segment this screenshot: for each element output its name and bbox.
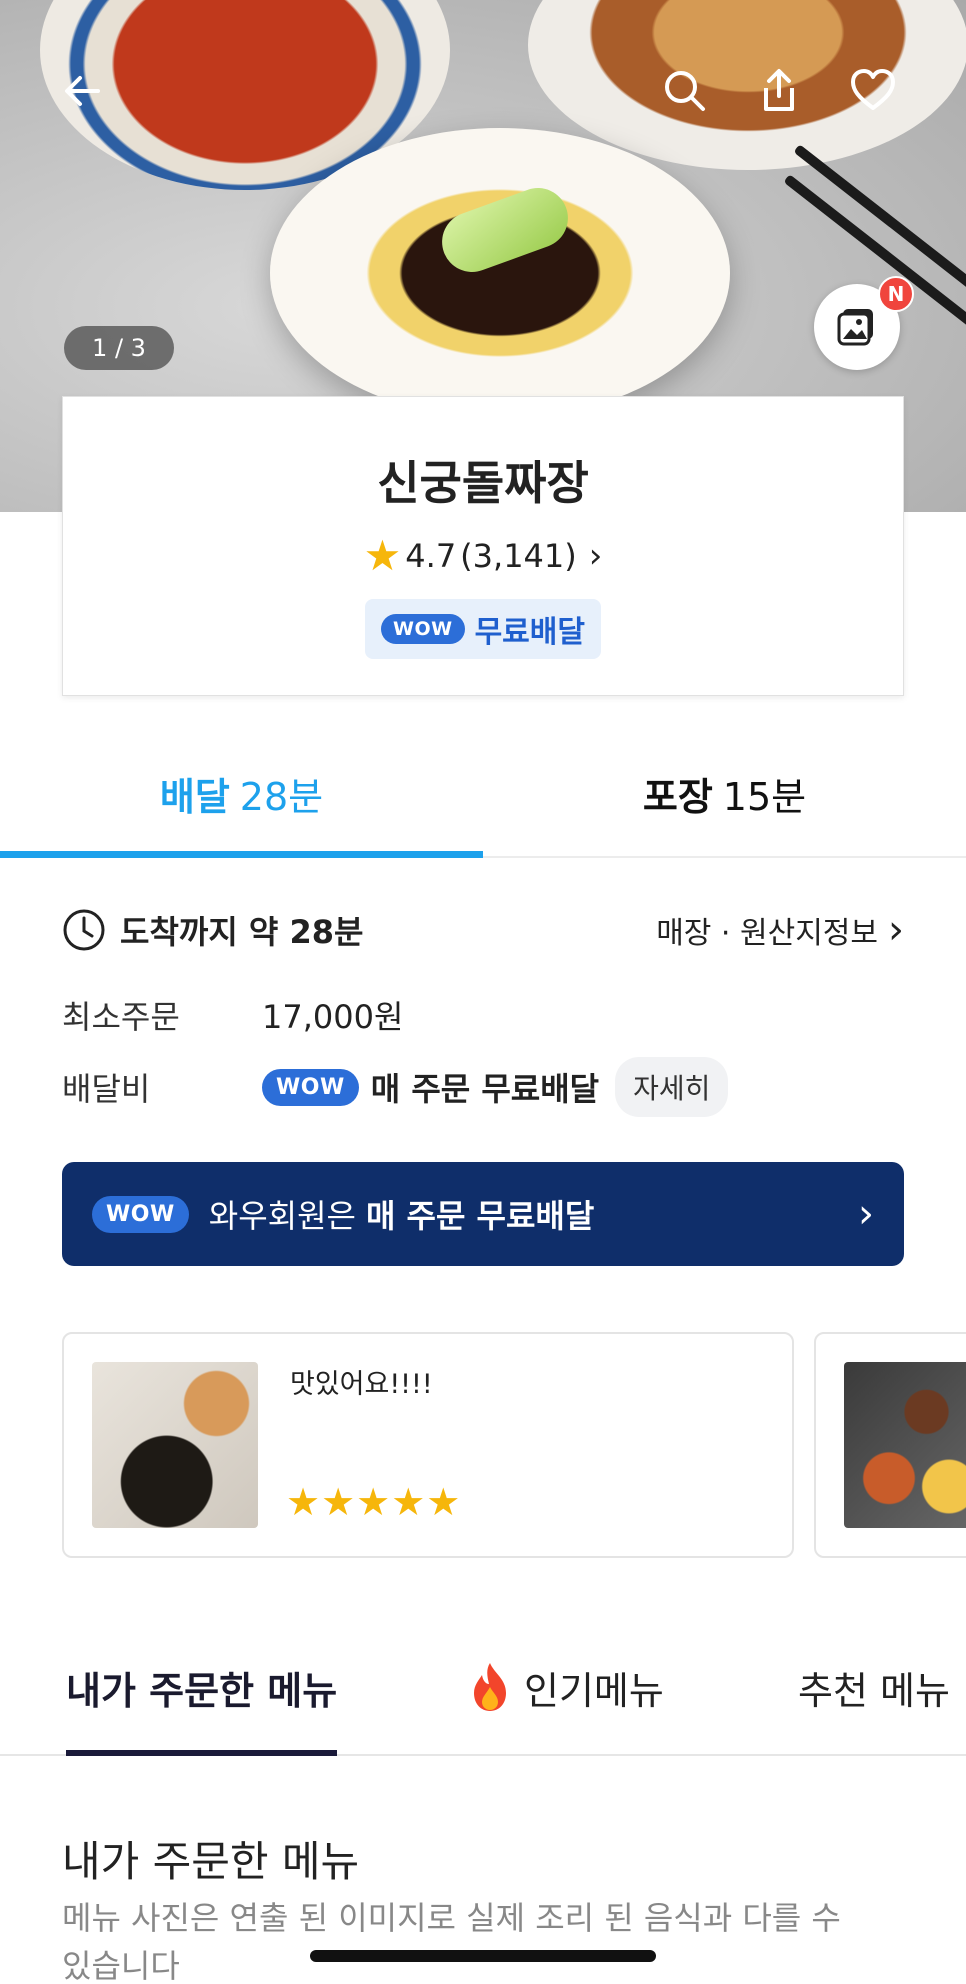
review-photo xyxy=(92,1362,258,1528)
tab-delivery-time: 28분 xyxy=(239,774,324,819)
free-delivery-label: 무료배달 xyxy=(474,615,585,650)
search-button[interactable] xyxy=(656,62,714,120)
rating-value: 4.7 xyxy=(405,537,457,575)
order-type-tabs: 배달 28분 포장 15분 xyxy=(0,730,966,858)
tab-takeout-label: 포장 xyxy=(642,774,713,819)
arrival-info: 도착까지 약 28분 매장 · 원산지정보 › xyxy=(62,906,904,954)
tab-takeout-time: 15분 xyxy=(722,774,807,819)
tab-delivery[interactable]: 배달 28분 xyxy=(0,730,483,858)
search-icon xyxy=(665,71,705,111)
wow-member-banner[interactable]: WOW 와우회원은 매 주문 무료배달 › xyxy=(62,1162,904,1266)
food-plate-center xyxy=(270,128,730,418)
wow-badge: WOW xyxy=(262,1068,359,1106)
chevron-right-icon: › xyxy=(588,536,603,576)
share-button[interactable] xyxy=(750,62,808,120)
share-icon xyxy=(764,69,794,111)
chopsticks xyxy=(793,144,966,306)
favorite-button[interactable] xyxy=(844,62,902,120)
menu-category-tabs: 내가 주문한 메뉴 인기메뉴 추천 메뉴 xyxy=(0,1620,966,1756)
photo-gallery-icon xyxy=(837,309,873,346)
section-title: 내가 주문한 메뉴 xyxy=(62,1837,360,1886)
store-name: 신궁돌짜장 xyxy=(377,456,589,510)
store-info-card: 신궁돌짜장 ★ 4.7 (3,141) › WOW 무료배달 xyxy=(62,396,904,696)
review-stars: ★★★★★ xyxy=(286,1480,462,1524)
wow-badge: WOW xyxy=(92,1195,189,1233)
wow-banner-text: 와우회원은 xyxy=(208,1197,356,1235)
min-order-value: 17,000원 xyxy=(262,998,404,1036)
tab-recommended-menu[interactable]: 추천 메뉴 xyxy=(798,1620,950,1754)
section-description: 메뉴 사진은 연출 된 이미지로 실제 조리 된 음식과 다를 수 있습니다 xyxy=(62,1899,841,1984)
wow-banner-bold-text: 매 주문 무료배달 xyxy=(365,1197,595,1235)
review-card[interactable]: 맛있어요!!!! ★★★★★ xyxy=(62,1332,794,1558)
min-order-row: 최소주문 17,000원 xyxy=(62,990,904,1040)
back-button[interactable] xyxy=(54,62,112,120)
tab-my-ordered-menu[interactable]: 내가 주문한 메뉴 xyxy=(66,1620,338,1756)
tab-delivery-label: 배달 xyxy=(159,774,230,819)
delivery-fee-row: 배달비 WOW 매 주문 무료배달 자세히 xyxy=(62,1056,904,1118)
home-indicator[interactable] xyxy=(310,1950,656,1962)
new-badge: N xyxy=(878,276,914,312)
rating-link[interactable]: ★ 4.7 (3,141) › xyxy=(63,535,903,577)
image-counter: 1 / 3 xyxy=(64,326,174,370)
star-icon: ★ xyxy=(363,531,402,580)
detail-button[interactable]: 자세히 xyxy=(615,1057,729,1117)
arrival-time: 도착까지 약 28분 xyxy=(120,913,364,951)
delivery-fee-label: 배달비 xyxy=(62,1070,151,1108)
fire-icon xyxy=(474,1663,506,1711)
tab-popular-menu[interactable]: 인기메뉴 xyxy=(466,1620,664,1754)
tab-takeout[interactable]: 포장 15분 xyxy=(483,730,966,856)
free-delivery-badge: WOW 무료배달 xyxy=(365,599,601,659)
review-text: 맛있어요!!!! xyxy=(290,1369,433,1400)
review-photo xyxy=(844,1362,966,1528)
chevron-right-icon: › xyxy=(888,907,904,953)
review-card[interactable] xyxy=(814,1332,966,1558)
delivery-fee-value: 매 주문 무료배달 xyxy=(370,1070,600,1108)
origin-info-label: 매장 · 원산지정보 xyxy=(656,916,878,951)
heart-icon xyxy=(851,69,895,110)
chevron-right-icon: › xyxy=(858,1191,874,1237)
clock-icon xyxy=(63,909,105,951)
wow-badge: WOW xyxy=(381,614,465,644)
tab-popular-menu-label: 인기메뉴 xyxy=(524,1668,664,1713)
origin-info-link[interactable]: 매장 · 원산지정보 › xyxy=(656,907,904,953)
back-arrow-icon xyxy=(65,76,100,106)
min-order-label: 최소주문 xyxy=(62,998,180,1036)
review-count: (3,141) xyxy=(460,537,577,575)
photo-review-button[interactable]: N xyxy=(814,276,914,370)
